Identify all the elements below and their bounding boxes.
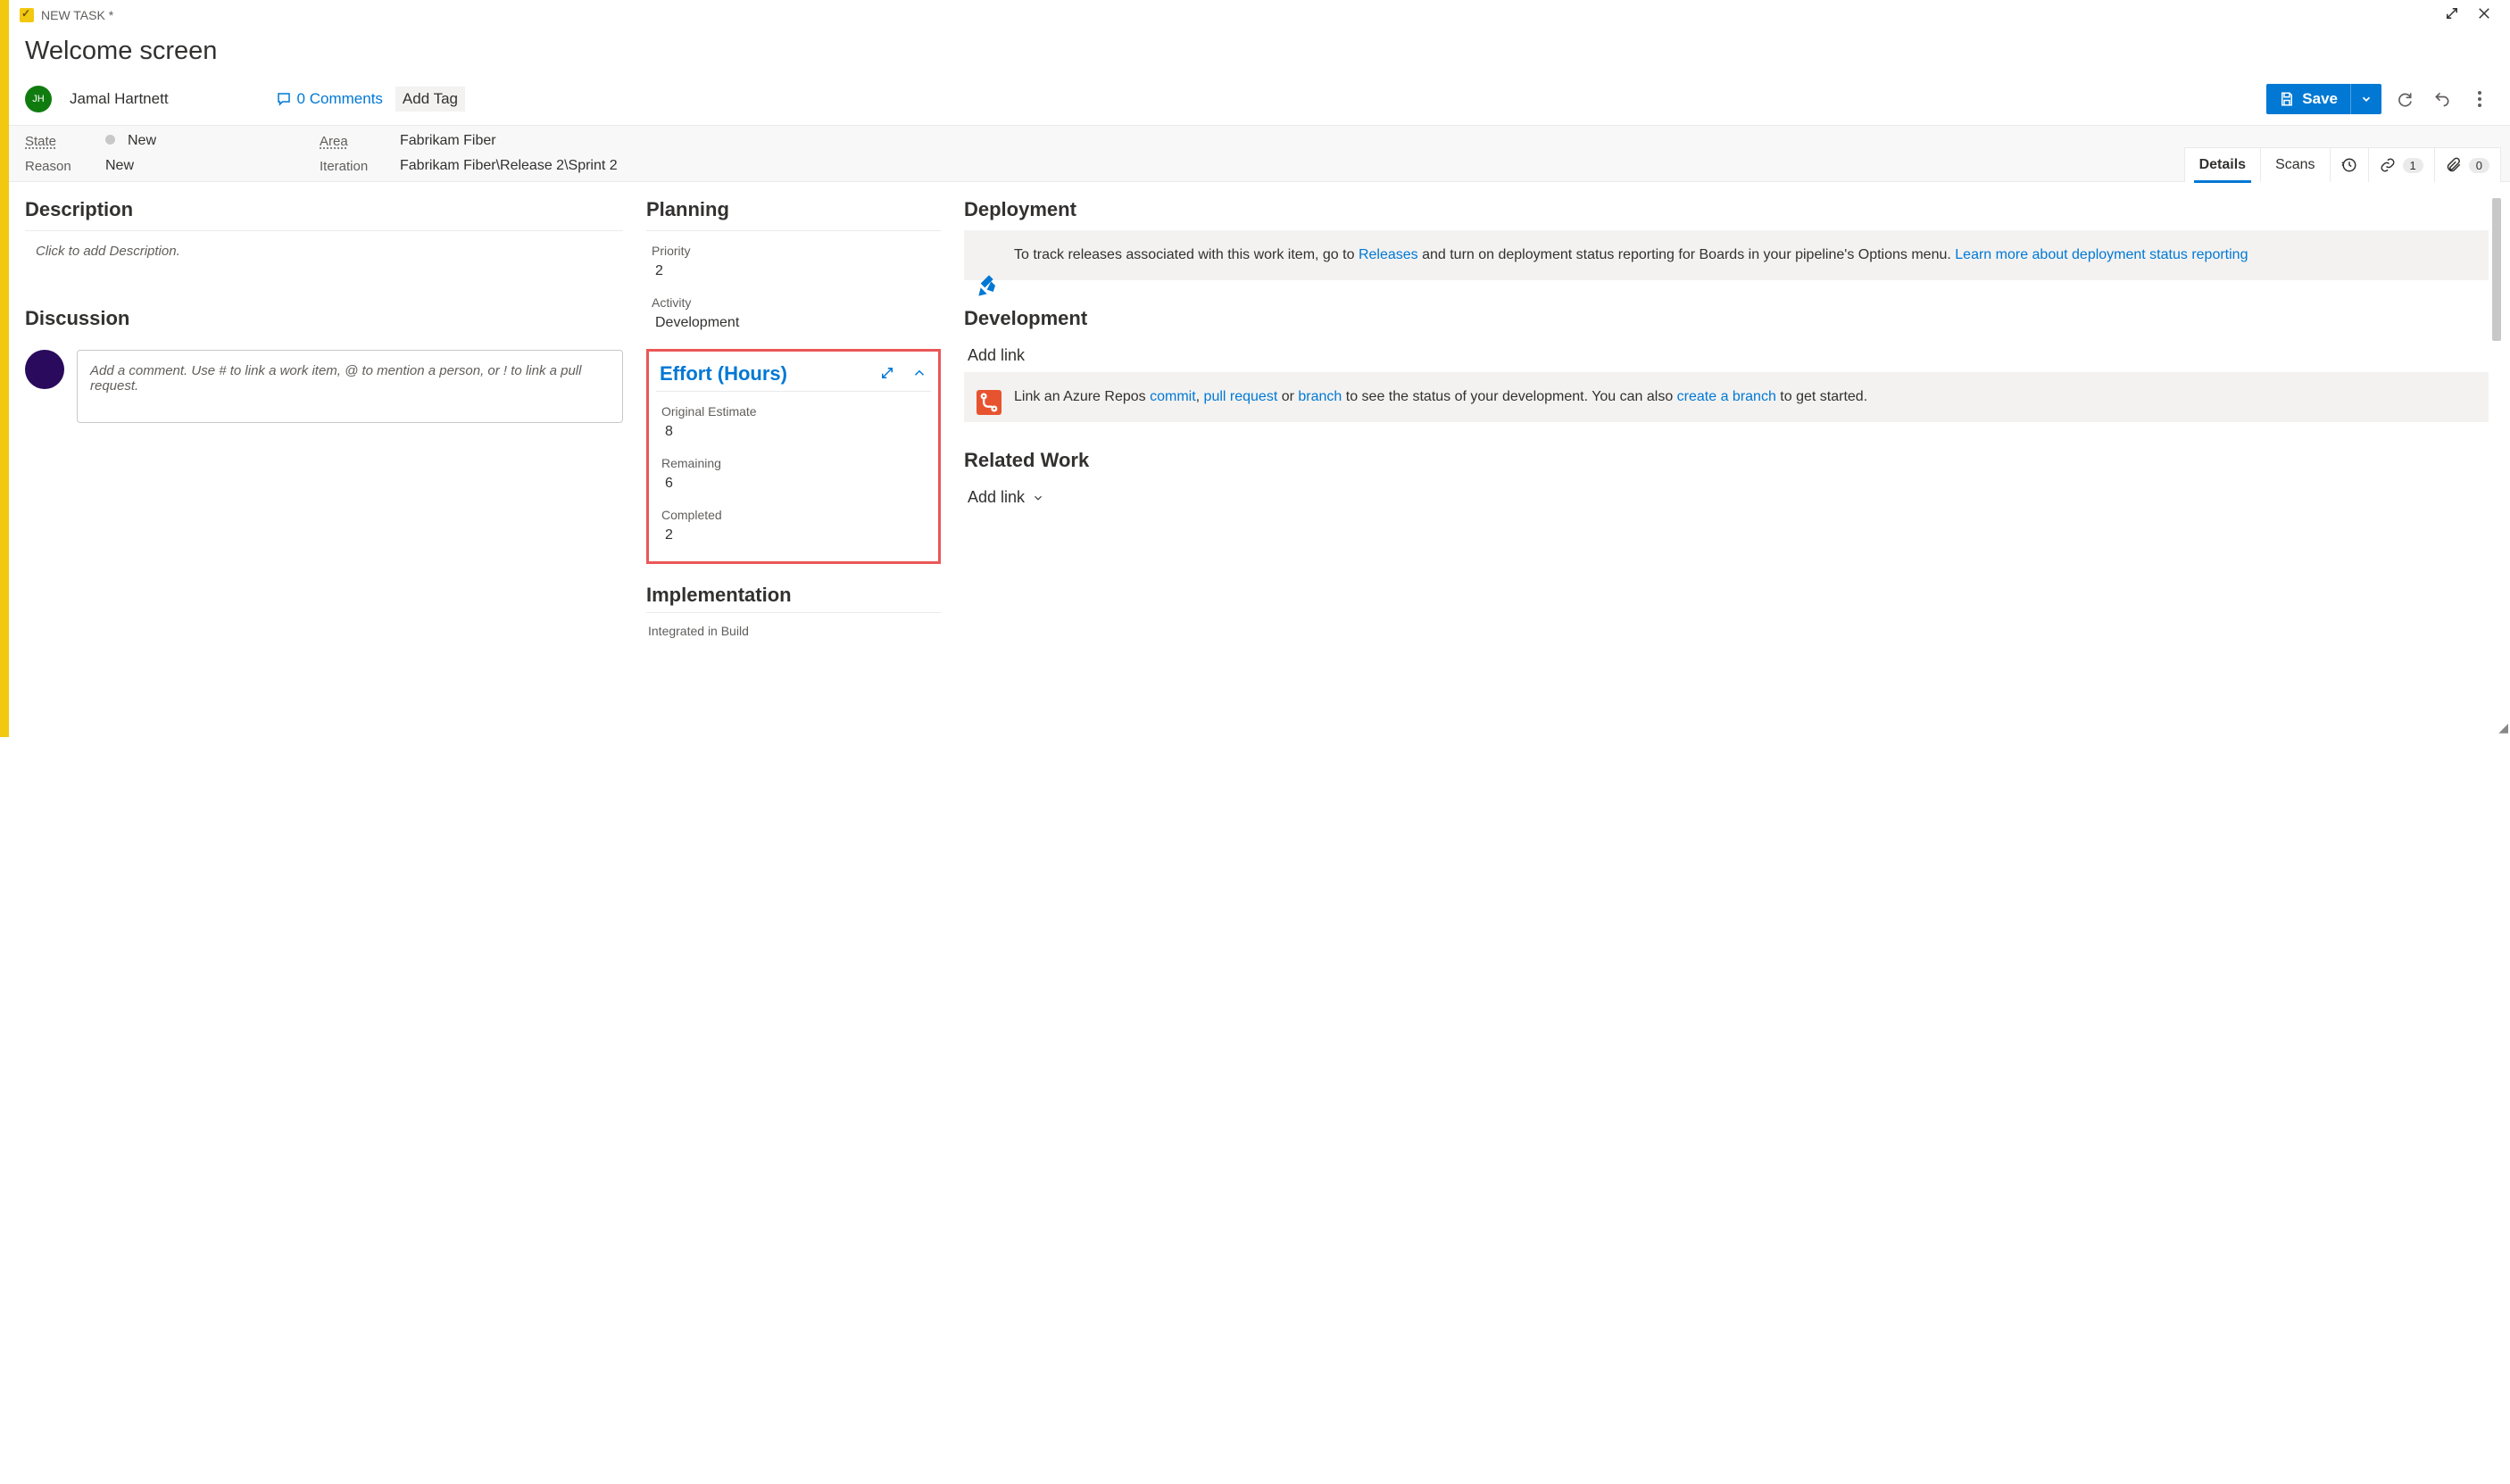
effort-collapse-icon[interactable] [911,365,927,384]
tab-scans[interactable]: Scans [2260,147,2330,182]
history-icon [2341,157,2357,173]
kebab-icon [2478,91,2481,107]
commit-link[interactable]: commit [1150,389,1196,404]
save-button[interactable]: Save [2266,84,2381,114]
discussion-heading: Discussion [25,307,623,330]
reason-value[interactable]: New [105,158,284,174]
link-icon [2380,157,2396,173]
undo-icon [2433,90,2451,108]
description-heading: Description [25,198,623,221]
description-input[interactable]: Click to add Description. [25,240,623,262]
effort-expand-icon[interactable] [879,365,895,384]
repo-icon [977,390,1002,415]
work-item-title[interactable]: Welcome screen [9,29,2510,79]
attachments-count: 0 [2469,158,2489,173]
close-icon[interactable] [2476,5,2492,24]
original-estimate-label: Original Estimate [656,401,931,422]
tab-details[interactable]: Details [2184,147,2261,182]
current-user-avatar [25,350,64,389]
undo-button[interactable] [2428,85,2456,113]
task-type-icon [20,8,34,22]
deployment-heading: Deployment [964,198,2489,221]
create-branch-link[interactable]: create a branch [1677,389,1776,404]
comments-count: 0 Comments [297,90,383,108]
effort-heading[interactable]: Effort (Hours) [660,362,787,386]
comment-icon [276,91,292,107]
remaining-label: Remaining [656,452,931,474]
area-value[interactable]: Fabrikam Fiber [400,133,668,149]
comment-input[interactable]: Add a comment. Use # to link a work item… [77,350,623,423]
save-icon [2279,91,2295,107]
assigned-user[interactable]: Jamal Hartnett [70,90,169,108]
refresh-button[interactable] [2390,85,2419,113]
priority-value[interactable]: 2 [646,261,941,292]
rocket-icon [977,273,1002,298]
pull-request-link[interactable]: pull request [1204,389,1278,404]
user-avatar[interactable]: JH [25,86,52,112]
scrollbar[interactable] [2492,198,2501,341]
add-tag-button[interactable]: Add Tag [395,87,465,112]
priority-label: Priority [646,240,941,261]
development-add-link[interactable]: Add link [964,339,2489,372]
comments-link[interactable]: 0 Comments [276,90,383,108]
chevron-down-icon [1032,492,1044,504]
remaining-value[interactable]: 6 [656,474,931,504]
state-label: State [25,134,105,149]
activity-value[interactable]: Development [646,313,941,344]
refresh-icon [2396,90,2414,108]
reason-label: Reason [25,159,105,174]
state-dot-icon [105,135,115,145]
state-value[interactable]: New [105,133,284,149]
fullscreen-icon[interactable] [2444,5,2460,24]
tab-links[interactable]: 1 [2368,147,2435,182]
more-actions-button[interactable] [2465,85,2494,113]
deployment-learn-link[interactable]: Learn more about deployment status repor… [1955,247,2248,262]
attachment-icon [2446,157,2462,173]
completed-value[interactable]: 2 [656,526,931,556]
planning-heading: Planning [646,198,941,221]
development-heading: Development [964,307,2489,330]
save-dropdown[interactable] [2350,84,2381,114]
development-info-box: Link an Azure Repos commit, pull request… [964,372,2489,422]
integrated-build-label: Integrated in Build [646,618,941,643]
tab-history[interactable] [2330,147,2369,182]
area-label: Area [320,134,400,149]
related-add-link[interactable]: Add link [964,481,2489,514]
save-label: Save [2302,90,2338,108]
iteration-label: Iteration [320,159,400,174]
deployment-info-box: To track releases associated with this w… [964,230,2489,280]
resize-handle[interactable]: ◢ [2498,720,2508,735]
completed-label: Completed [656,504,931,526]
original-estimate-value[interactable]: 8 [656,422,931,452]
iteration-value[interactable]: Fabrikam Fiber\Release 2\Sprint 2 [400,158,668,174]
releases-link[interactable]: Releases [1359,247,1418,262]
branch-link[interactable]: branch [1298,389,1342,404]
task-type-label: NEW TASK * [41,8,2437,22]
related-work-heading: Related Work [964,449,2489,472]
tab-attachments[interactable]: 0 [2434,147,2501,182]
links-count: 1 [2403,158,2423,173]
comment-placeholder: Add a comment. Use # to link a work item… [90,363,581,394]
effort-section-highlight: Effort (Hours) Original Estimate 8 Remai… [646,349,941,564]
chevron-down-icon [2360,93,2373,105]
implementation-heading: Implementation [646,584,941,607]
activity-label: Activity [646,292,941,313]
